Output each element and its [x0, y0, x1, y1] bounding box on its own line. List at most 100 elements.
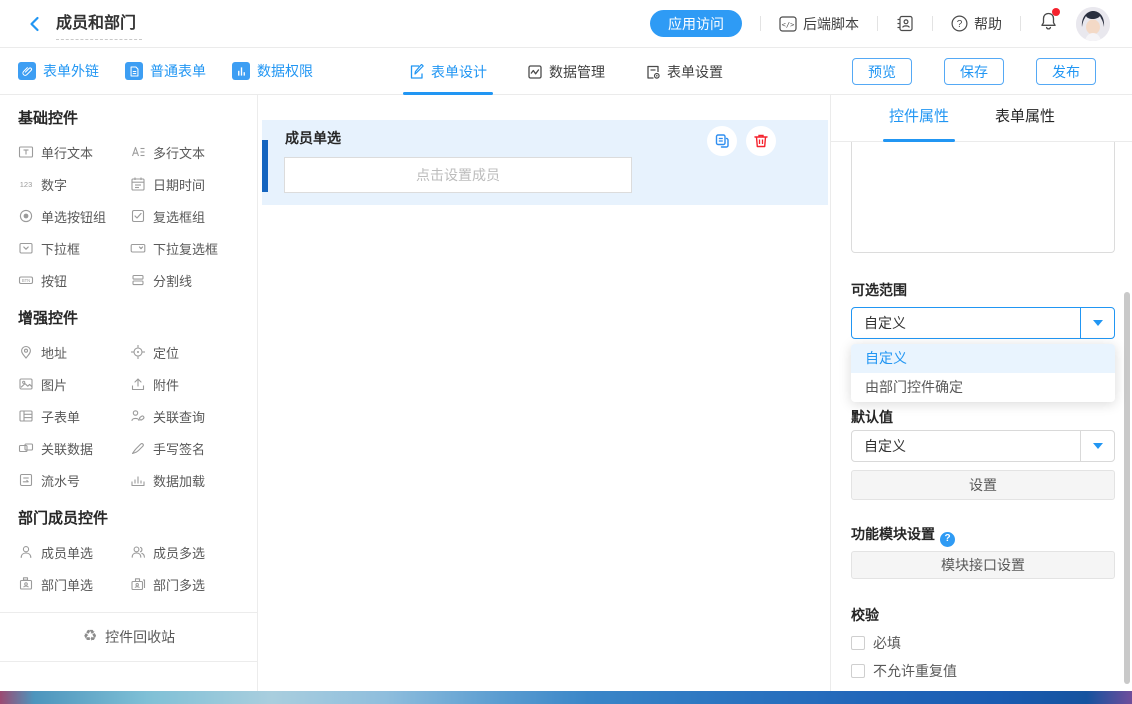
- publish-button[interactable]: 发布: [1036, 58, 1096, 85]
- help-label: 帮助: [974, 14, 1002, 34]
- widget-multi-line-text[interactable]: 多行文本: [130, 136, 242, 168]
- svg-text:</>: </>: [782, 21, 795, 29]
- widget-recycle-bin[interactable]: ♻ 控件回收站: [0, 612, 258, 662]
- widget-attachment[interactable]: 附件: [130, 368, 242, 400]
- tab-data-management[interactable]: 数据管理: [527, 48, 605, 95]
- widget-divider[interactable]: 分割线: [130, 264, 242, 296]
- scope-label: 可选范围: [851, 281, 1115, 299]
- module-help-icon[interactable]: ?: [940, 532, 955, 547]
- user-avatar[interactable]: [1076, 7, 1110, 41]
- data-permission-label: 数据权限: [257, 61, 313, 81]
- notification-dot: [1052, 8, 1060, 16]
- form-external-link-tab[interactable]: 表单外链: [18, 61, 99, 81]
- module-api-button[interactable]: 模块接口设置: [851, 551, 1115, 579]
- preview-button[interactable]: 预览: [852, 58, 912, 85]
- data-permission-tab[interactable]: 数据权限: [232, 61, 313, 81]
- widget-related-query[interactable]: 关联查询: [130, 400, 242, 432]
- link-icon: [18, 62, 36, 80]
- scope-select[interactable]: 自定义: [851, 307, 1115, 339]
- tab-form-properties[interactable]: 表单属性: [995, 95, 1055, 142]
- app-access-button[interactable]: 应用访问: [650, 10, 742, 37]
- widget-single-line-text[interactable]: 单行文本: [18, 136, 130, 168]
- default-select-value: 自定义: [852, 436, 1080, 456]
- tab-data-management-label: 数据管理: [549, 62, 605, 82]
- divider: [877, 16, 878, 31]
- widget-multi-select[interactable]: 下拉复选框: [130, 232, 242, 264]
- normal-form-label: 普通表单: [150, 61, 206, 81]
- module-settings-label: 功能模块设置?: [851, 525, 1115, 547]
- widget-data-load[interactable]: 数据加载: [130, 464, 242, 496]
- chevron-down-icon: [1080, 308, 1114, 338]
- panel-scrollbar[interactable]: [1124, 292, 1130, 684]
- required-checkbox-row[interactable]: 必填: [851, 633, 901, 653]
- no-duplicate-checkbox[interactable]: [851, 664, 865, 678]
- backend-script-button[interactable]: </> 后端脚本: [779, 14, 859, 34]
- svg-text:BTN: BTN: [22, 278, 30, 283]
- avatar-illustration: [1076, 7, 1110, 41]
- widget-image[interactable]: 图片: [18, 368, 130, 400]
- options-list-box[interactable]: [851, 142, 1115, 253]
- validation-label: 校验: [851, 606, 1115, 624]
- selected-indicator-bar: [262, 140, 268, 192]
- widget-number[interactable]: 123 数字: [18, 168, 130, 200]
- divider: [932, 16, 933, 31]
- widget-dept-single[interactable]: 部门单选: [18, 568, 130, 600]
- set-default-button[interactable]: 设置: [851, 470, 1115, 500]
- no-duplicate-label: 不允许重复值: [873, 661, 957, 681]
- widget-dept-multi[interactable]: 部门多选: [130, 568, 242, 600]
- delete-field-button[interactable]: [746, 126, 776, 156]
- notification-bell-button[interactable]: [1039, 11, 1058, 36]
- widget-member-multi[interactable]: 成员多选: [130, 536, 242, 568]
- help-button[interactable]: ? 帮助: [951, 14, 1002, 34]
- chevron-left-icon: [26, 15, 44, 33]
- form-external-link-label: 表单外链: [43, 61, 99, 81]
- contacts-icon: [896, 15, 914, 32]
- widget-member-single[interactable]: 成员单选: [18, 536, 130, 568]
- normal-form-tab[interactable]: 普通表单: [125, 61, 206, 81]
- widget-checkbox-group[interactable]: 复选框组: [130, 200, 242, 232]
- scope-option-by-dept[interactable]: 由部门控件确定: [851, 373, 1115, 402]
- widget-radio-group[interactable]: 单选按钮组: [18, 200, 130, 232]
- tab-form-design[interactable]: 表单设计: [409, 48, 487, 95]
- required-checkbox[interactable]: [851, 636, 865, 650]
- widget-select[interactable]: 下拉框: [18, 232, 130, 264]
- widget-subform[interactable]: 子表单: [18, 400, 130, 432]
- contacts-button[interactable]: [896, 15, 914, 32]
- save-button[interactable]: 保存: [944, 58, 1004, 85]
- copy-icon: [714, 133, 730, 149]
- form-toolbar: 表单外链 普通表单 数据权限 表单设计: [0, 48, 1132, 95]
- default-value-select[interactable]: 自定义: [851, 430, 1115, 462]
- form-canvas[interactable]: 成员单选 点击设置成员: [258, 95, 830, 691]
- divider: [1020, 16, 1021, 31]
- scope-option-custom[interactable]: 自定义: [851, 344, 1115, 373]
- tab-form-settings-label: 表单设置: [667, 62, 723, 82]
- question-icon: ?: [951, 15, 968, 32]
- bar-chart-icon: [232, 62, 250, 80]
- widget-serial-number[interactable]: 流水号: [18, 464, 130, 496]
- scope-select-value: 自定义: [852, 313, 1080, 333]
- backend-script-label: 后端脚本: [803, 14, 859, 34]
- form-title-editable[interactable]: 成员和部门: [56, 13, 136, 35]
- page-title: 成员和部门: [56, 13, 136, 35]
- section-enhanced-widgets: 增强控件: [18, 309, 257, 329]
- no-duplicate-checkbox-row[interactable]: 不允许重复值: [851, 661, 957, 681]
- tab-widget-properties[interactable]: 控件属性: [889, 95, 949, 142]
- svg-text:123: 123: [20, 180, 33, 189]
- widget-related-data[interactable]: 关联数据: [18, 432, 130, 464]
- chevron-down-icon: [1080, 431, 1114, 461]
- field-label: 成员单选: [285, 128, 341, 148]
- divider: [760, 16, 761, 31]
- form-design-icon: [409, 64, 425, 80]
- tab-form-settings[interactable]: 表单设置: [645, 48, 723, 95]
- widget-datetime[interactable]: 日期时间: [130, 168, 242, 200]
- desktop-wallpaper-strip: [0, 691, 1132, 704]
- widget-address[interactable]: 地址: [18, 336, 130, 368]
- widget-button[interactable]: BTN 按钮: [18, 264, 130, 296]
- back-button[interactable]: [24, 13, 46, 35]
- copy-field-button[interactable]: [707, 126, 737, 156]
- data-management-icon: [527, 64, 543, 80]
- field-card-member-single[interactable]: 成员单选 点击设置成员: [262, 120, 828, 205]
- widget-location[interactable]: 定位: [130, 336, 242, 368]
- widget-signature[interactable]: 手写签名: [130, 432, 242, 464]
- member-picker-input[interactable]: 点击设置成员: [284, 157, 632, 193]
